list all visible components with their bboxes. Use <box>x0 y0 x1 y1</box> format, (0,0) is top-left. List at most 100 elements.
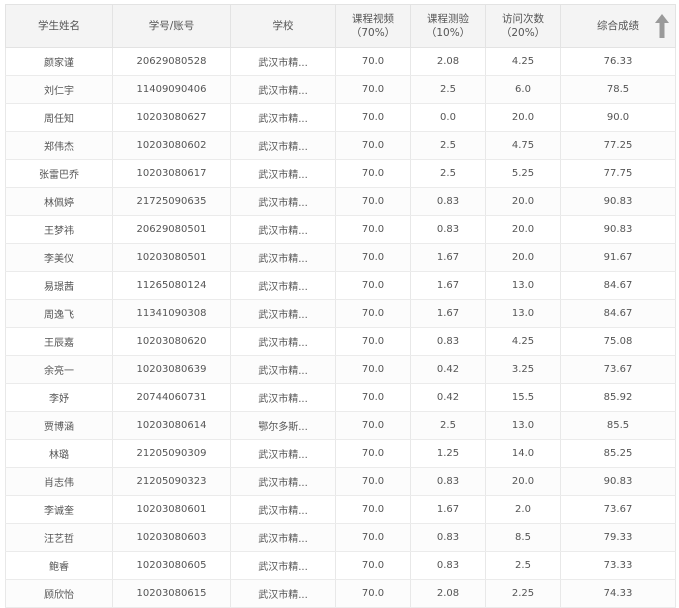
cell-total-score: 90.83 <box>560 467 676 496</box>
cell-student-name: 贾博涵 <box>5 411 113 440</box>
cell-visit-count: 4.75 <box>485 131 561 160</box>
cell-visit-count: 2.0 <box>485 495 561 524</box>
cell-visit-count: 2.25 <box>485 579 561 608</box>
cell-student-id: 10203080614 <box>112 411 231 440</box>
cell-total-score: 73.33 <box>560 551 676 580</box>
cell-school: 武汉市精... <box>230 271 336 300</box>
header-visit-count[interactable]: 访问次数 （20%） <box>485 4 561 48</box>
cell-course-video: 70.0 <box>335 215 411 244</box>
cell-course-quiz: 0.42 <box>410 355 486 384</box>
cell-course-quiz: 0.83 <box>410 467 486 496</box>
cell-course-video: 70.0 <box>335 271 411 300</box>
cell-student-id: 21205090323 <box>112 467 231 496</box>
table-row[interactable]: 鲍睿 10203080605 武汉市精... 70.0 0.83 2.5 73.33 <box>5 551 676 580</box>
cell-visit-count: 5.25 <box>485 159 561 188</box>
cell-student-name: 李美仪 <box>5 243 113 272</box>
cell-visit-count: 20.0 <box>485 187 561 216</box>
cell-total-score: 77.25 <box>560 131 676 160</box>
cell-course-video: 70.0 <box>335 439 411 468</box>
cell-student-id: 11409090406 <box>112 75 231 104</box>
cell-visit-count: 13.0 <box>485 271 561 300</box>
header-course-quiz[interactable]: 课程测验 （10%） <box>410 4 486 48</box>
cell-student-id: 21725090635 <box>112 187 231 216</box>
table-row[interactable]: 王梦祎 20629080501 武汉市精... 70.0 0.83 20.0 90.83 <box>5 215 676 244</box>
cell-school: 武汉市精... <box>230 215 336 244</box>
table-row[interactable]: 林璐 21205090309 武汉市精... 70.0 1.25 14.0 85.25 <box>5 439 676 468</box>
table-row[interactable]: 刘仁宇 11409090406 武汉市精... 70.0 2.5 6.0 78.5 <box>5 75 676 104</box>
cell-school: 武汉市精... <box>230 299 336 328</box>
cell-course-quiz: 1.67 <box>410 243 486 272</box>
cell-school: 武汉市精... <box>230 551 336 580</box>
cell-course-video: 70.0 <box>335 159 411 188</box>
cell-student-id: 10203080603 <box>112 523 231 552</box>
cell-student-id: 10203080620 <box>112 327 231 356</box>
table-row[interactable]: 贾博涵 10203080614 鄂尔多斯... 70.0 2.5 13.0 85.5 <box>5 411 676 440</box>
cell-course-quiz: 0.83 <box>410 551 486 580</box>
cell-course-quiz: 2.5 <box>410 411 486 440</box>
cell-student-name: 王梦祎 <box>5 215 113 244</box>
cell-visit-count: 4.25 <box>485 327 561 356</box>
cell-total-score: 85.5 <box>560 411 676 440</box>
header-course-video-weight: （70%） <box>350 27 396 39</box>
table-row[interactable]: 郑伟杰 10203080602 武汉市精... 70.0 2.5 4.75 77.25 <box>5 131 676 160</box>
cell-student-name: 林璐 <box>5 439 113 468</box>
cell-student-name: 周逸飞 <box>5 299 113 328</box>
cell-student-name: 林佩婷 <box>5 187 113 216</box>
table-row[interactable]: 王辰嘉 10203080620 武汉市精... 70.0 0.83 4.25 75.08 <box>5 327 676 356</box>
header-course-video-label: 课程视频 <box>352 13 394 25</box>
cell-total-score: 85.25 <box>560 439 676 468</box>
cell-course-video: 70.0 <box>335 579 411 608</box>
header-student-id[interactable]: 学号/账号 <box>112 4 231 48</box>
header-total-score[interactable]: 综合成绩 <box>560 4 676 48</box>
cell-school: 武汉市精... <box>230 495 336 524</box>
cell-student-id: 10203080501 <box>112 243 231 272</box>
table-row[interactable]: 林佩婷 21725090635 武汉市精... 70.0 0.83 20.0 90.83 <box>5 187 676 216</box>
header-course-video[interactable]: 课程视频 （70%） <box>335 4 411 48</box>
table-row[interactable]: 余亮一 10203080639 武汉市精... 70.0 0.42 3.25 73.67 <box>5 355 676 384</box>
header-row: 学生姓名 学号/账号 学校 课程视频 （70%） 课程测验 （10%） 访问次数… <box>5 4 676 48</box>
cell-student-id: 10203080639 <box>112 355 231 384</box>
cell-student-id: 21205090309 <box>112 439 231 468</box>
cell-student-id: 10203080627 <box>112 103 231 132</box>
cell-course-quiz: 2.08 <box>410 47 486 76</box>
table-row[interactable]: 颜家谨 20629080528 武汉市精... 70.0 2.08 4.25 76.33 <box>5 47 676 76</box>
cell-student-id: 11265080124 <box>112 271 231 300</box>
cell-course-video: 70.0 <box>335 355 411 384</box>
cell-total-score: 84.67 <box>560 299 676 328</box>
table-row[interactable]: 周任知 10203080627 武汉市精... 70.0 0.0 20.0 90.0 <box>5 103 676 132</box>
cell-course-video: 70.0 <box>335 551 411 580</box>
table-row[interactable]: 李美仪 10203080501 武汉市精... 70.0 1.67 20.0 91.67 <box>5 243 676 272</box>
cell-visit-count: 8.5 <box>485 523 561 552</box>
cell-course-quiz: 0.83 <box>410 215 486 244</box>
arrow-up-icon[interactable] <box>654 13 670 39</box>
table-row[interactable]: 顾欣怡 10203080615 武汉市精... 70.0 2.08 2.25 74.33 <box>5 579 676 608</box>
cell-course-quiz: 0.83 <box>410 187 486 216</box>
cell-student-name: 余亮一 <box>5 355 113 384</box>
cell-visit-count: 20.0 <box>485 467 561 496</box>
cell-course-video: 70.0 <box>335 131 411 160</box>
cell-school: 武汉市精... <box>230 75 336 104</box>
cell-school: 武汉市精... <box>230 327 336 356</box>
cell-student-id: 20629080528 <box>112 47 231 76</box>
table-row[interactable]: 易璟茜 11265080124 武汉市精... 70.0 1.67 13.0 84.67 <box>5 271 676 300</box>
table-row[interactable]: 汪艺哲 10203080603 武汉市精... 70.0 0.83 8.5 79.33 <box>5 523 676 552</box>
table-row[interactable]: 李诚奎 10203080601 武汉市精... 70.0 1.67 2.0 73.67 <box>5 495 676 524</box>
table-row[interactable]: 周逸飞 11341090308 武汉市精... 70.0 1.67 13.0 84.67 <box>5 299 676 328</box>
cell-student-name: 张雷巴乔 <box>5 159 113 188</box>
cell-school: 武汉市精... <box>230 47 336 76</box>
cell-student-id: 10203080605 <box>112 551 231 580</box>
header-school[interactable]: 学校 <box>230 4 336 48</box>
cell-course-video: 70.0 <box>335 75 411 104</box>
cell-student-name: 周任知 <box>5 103 113 132</box>
cell-school: 武汉市精... <box>230 159 336 188</box>
table-row[interactable]: 张雷巴乔 10203080617 武汉市精... 70.0 2.5 5.25 77.75 <box>5 159 676 188</box>
cell-visit-count: 20.0 <box>485 103 561 132</box>
header-student-name[interactable]: 学生姓名 <box>5 4 113 48</box>
table-row[interactable]: 肖志伟 21205090323 武汉市精... 70.0 0.83 20.0 90.83 <box>5 467 676 496</box>
table-body: 颜家谨 20629080528 武汉市精... 70.0 2.08 4.25 76.33 刘仁… <box>5 47 676 608</box>
table-row[interactable]: 李妤 20744060731 武汉市精... 70.0 0.42 15.5 85.92 <box>5 383 676 412</box>
cell-course-quiz: 1.25 <box>410 439 486 468</box>
cell-course-quiz: 0.83 <box>410 327 486 356</box>
cell-student-name: 郑伟杰 <box>5 131 113 160</box>
cell-course-video: 70.0 <box>335 187 411 216</box>
